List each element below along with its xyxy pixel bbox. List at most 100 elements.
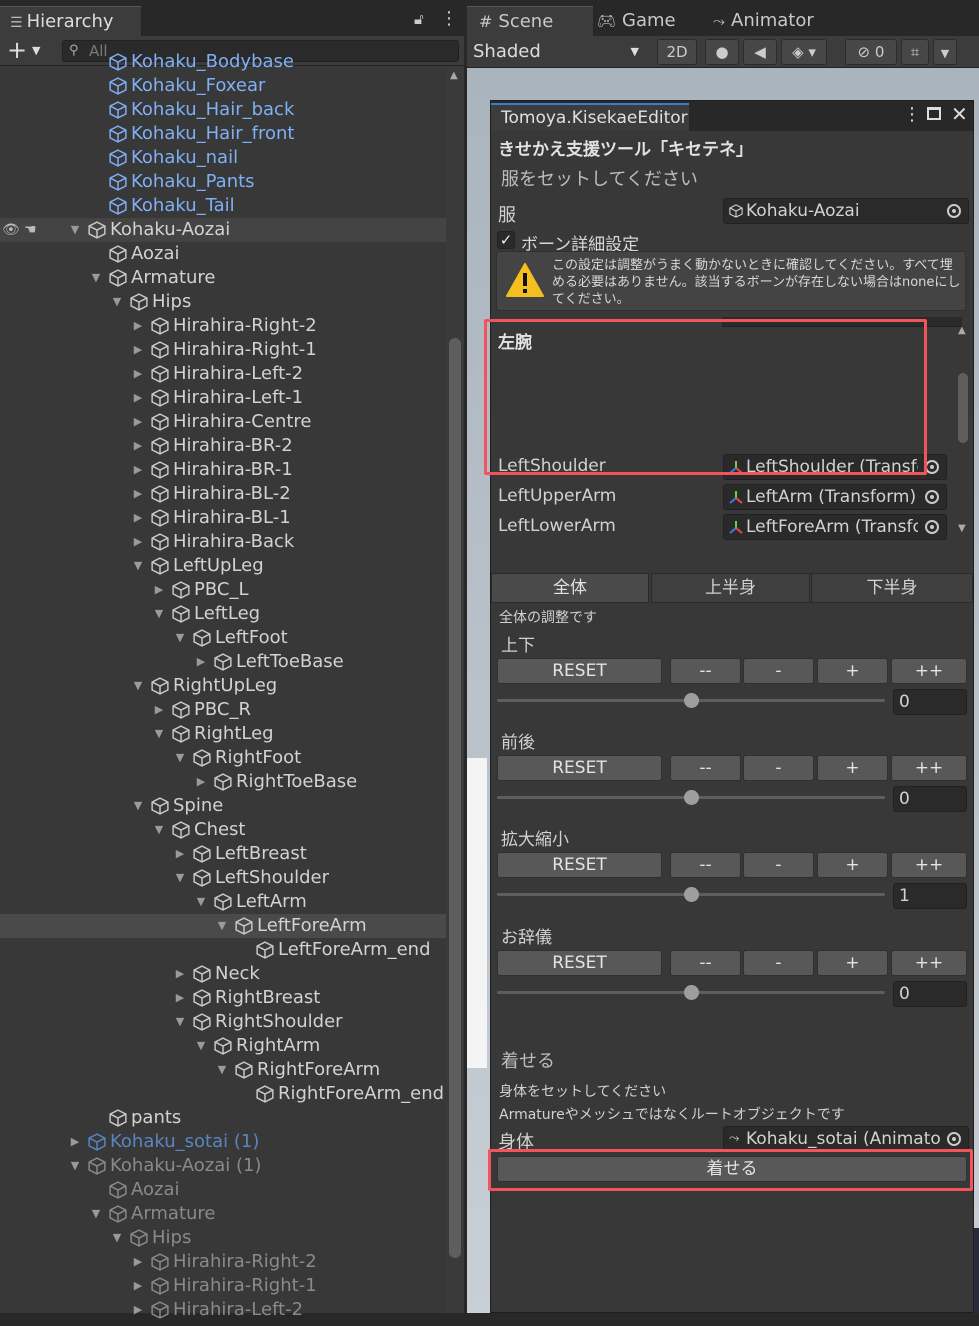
expanded-arrow-icon[interactable]: ▼ [131,674,145,698]
hierarchy-tab[interactable]: ☰ Hierarchy [0,6,142,36]
hierarchy-row[interactable]: ▶ Hirahira-BL-2 [0,482,446,506]
expanded-arrow-icon[interactable]: ▼ [68,1154,82,1178]
expanded-arrow-icon[interactable]: ▼ [152,818,166,842]
collapsed-arrow-icon[interactable]: ▶ [152,698,166,722]
hierarchy-row[interactable]: pants [0,1106,446,1130]
adjuster-slider-knob[interactable] [684,887,699,902]
object-picker-icon[interactable] [918,515,946,539]
hierarchy-row[interactable]: Kohaku_nail [0,146,446,170]
collapsed-arrow-icon[interactable]: ▶ [131,386,145,410]
increase-large-button[interactable]: ++ [891,755,967,781]
more-menu-icon[interactable]: ⋮ [903,104,921,125]
hierarchy-row[interactable]: ▶ Hirahira-Right-2 [0,314,446,338]
hierarchy-row[interactable]: Kohaku_Bodybase [0,50,446,74]
expanded-arrow-icon[interactable]: ▼ [68,218,82,242]
expanded-arrow-icon[interactable]: ▼ [173,746,187,770]
hierarchy-row[interactable]: ▼ LeftUpLeg [0,554,446,578]
hierarchy-row[interactable]: ▶ Hirahira-Left-2 [0,1298,446,1322]
expanded-arrow-icon[interactable]: ▼ [194,1034,208,1058]
hierarchy-row[interactable]: ▶ RightBreast [0,986,446,1010]
checkbox[interactable]: ✓ [497,231,515,249]
collapsed-arrow-icon[interactable]: ▶ [152,578,166,602]
decrease-large-button[interactable]: -- [670,852,741,878]
bone-scrollbar[interactable]: ▲ ▼ [955,323,971,539]
object-picker-icon[interactable] [940,199,968,223]
hierarchy-row[interactable]: ▼ Chest [0,818,446,842]
hierarchy-scroll-thumb[interactable] [449,338,461,1258]
object-picker-icon[interactable] [918,485,946,509]
hierarchy-row[interactable]: ▶ Hirahira-Back [0,530,446,554]
increase-button[interactable]: + [817,755,888,781]
expanded-arrow-icon[interactable]: ▼ [89,266,103,290]
hierarchy-row[interactable]: ▶ RightToeBase [0,770,446,794]
expanded-arrow-icon[interactable]: ▼ [89,1202,103,1226]
hierarchy-row[interactable]: Aozai [0,1178,446,1202]
bone-transform-field[interactable]: LeftArm (Transform) [723,484,947,510]
hierarchy-row[interactable]: ▼ RightForeArm [0,1058,446,1082]
collapsed-arrow-icon[interactable]: ▶ [131,1298,145,1322]
tab-scene[interactable]: # Scene [467,6,593,36]
hierarchy-row[interactable]: ▶ Hirahira-BR-1 [0,458,446,482]
reset-button[interactable]: RESET [497,852,662,878]
lighting-toggle[interactable]: ● [705,39,739,65]
hierarchy-row[interactable]: ▼ Hips [0,1226,446,1250]
increase-large-button[interactable]: ++ [891,852,967,878]
hierarchy-row[interactable]: ▼ Spine [0,794,446,818]
hierarchy-row[interactable]: ▶ Hirahira-BR-2 [0,434,446,458]
collapsed-arrow-icon[interactable]: ▶ [131,1250,145,1274]
hierarchy-row[interactable]: ▼ RightShoulder [0,1010,446,1034]
hierarchy-row[interactable]: ▼ Kohaku-Aozai 👁︎ ☚ [0,218,446,242]
expanded-arrow-icon[interactable]: ▼ [194,890,208,914]
collapsed-arrow-icon[interactable]: ▶ [131,482,145,506]
hierarchy-row[interactable]: ▶ Hirahira-Left-2 [0,362,446,386]
collapsed-arrow-icon[interactable]: ▶ [173,962,187,986]
expanded-arrow-icon[interactable]: ▼ [131,554,145,578]
hierarchy-row[interactable]: ▼ LeftShoulder [0,866,446,890]
hierarchy-row[interactable]: ▼ LeftArm [0,890,446,914]
hierarchy-row[interactable]: ▶ Hirahira-Right-1 [0,338,446,362]
hierarchy-row[interactable]: Kohaku_Foxear [0,74,446,98]
lock-icon[interactable]: 🔓︎ [414,10,424,28]
pickable-hand-icon[interactable]: ☚ [24,218,37,242]
clothes-object-field[interactable]: Kohaku-Aozai [723,198,969,224]
hierarchy-row[interactable]: ▼ Hips [0,290,446,314]
expanded-arrow-icon[interactable]: ▼ [152,602,166,626]
hierarchy-row[interactable]: ▶ Hirahira-Right-2 [0,1250,446,1274]
hierarchy-row[interactable]: Aozai [0,242,446,266]
expanded-arrow-icon[interactable]: ▼ [173,866,187,890]
hierarchy-row[interactable]: Kohaku_Hair_front [0,122,446,146]
reset-button[interactable]: RESET [497,950,662,976]
decrease-button[interactable]: - [743,658,814,684]
adjuster-value-input[interactable]: 0 [893,689,967,715]
tab-upper-body[interactable]: 上半身 [651,573,810,603]
hierarchy-row[interactable]: ▶ Kohaku_sotai (1) [0,1130,446,1154]
hierarchy-row[interactable]: ▼ Armature [0,266,446,290]
increase-button[interactable]: + [817,950,888,976]
maximize-icon[interactable] [927,107,941,120]
bone-scroll-thumb[interactable] [958,373,968,443]
collapsed-arrow-icon[interactable]: ▶ [131,506,145,530]
scroll-up-arrow-icon[interactable]: ▲ [958,325,966,336]
reset-button[interactable]: RESET [497,755,662,781]
gizmos-dropdown[interactable]: ▼ [933,39,957,65]
hierarchy-row[interactable]: ▶ Neck [0,962,446,986]
expanded-arrow-icon[interactable]: ▼ [215,1058,229,1082]
hierarchy-row[interactable]: ▶ PBC_R [0,698,446,722]
decrease-large-button[interactable]: -- [670,950,741,976]
bone-detail-toggle[interactable]: ✓ ボーン詳細設定 [497,229,697,255]
collapsed-arrow-icon[interactable]: ▶ [131,410,145,434]
expanded-arrow-icon[interactable]: ▼ [173,626,187,650]
hierarchy-row[interactable]: RightForeArm_end [0,1082,446,1106]
tab-game[interactable]: 🎮︎ Game [597,6,707,36]
adjuster-value-input[interactable]: 0 [893,981,967,1007]
hierarchy-row[interactable]: ▶ LeftBreast [0,842,446,866]
effects-toggle[interactable]: ◈ ▾ [781,39,827,65]
hierarchy-row[interactable]: LeftForeArm_end [0,938,446,962]
increase-button[interactable]: + [817,852,888,878]
scroll-down-arrow-icon[interactable]: ▼ [958,523,966,534]
adjuster-slider-knob[interactable] [684,790,699,805]
collapsed-arrow-icon[interactable]: ▶ [131,314,145,338]
decrease-button[interactable]: - [743,755,814,781]
tab-lower-body[interactable]: 下半身 [811,573,973,603]
collapsed-arrow-icon[interactable]: ▶ [173,986,187,1010]
